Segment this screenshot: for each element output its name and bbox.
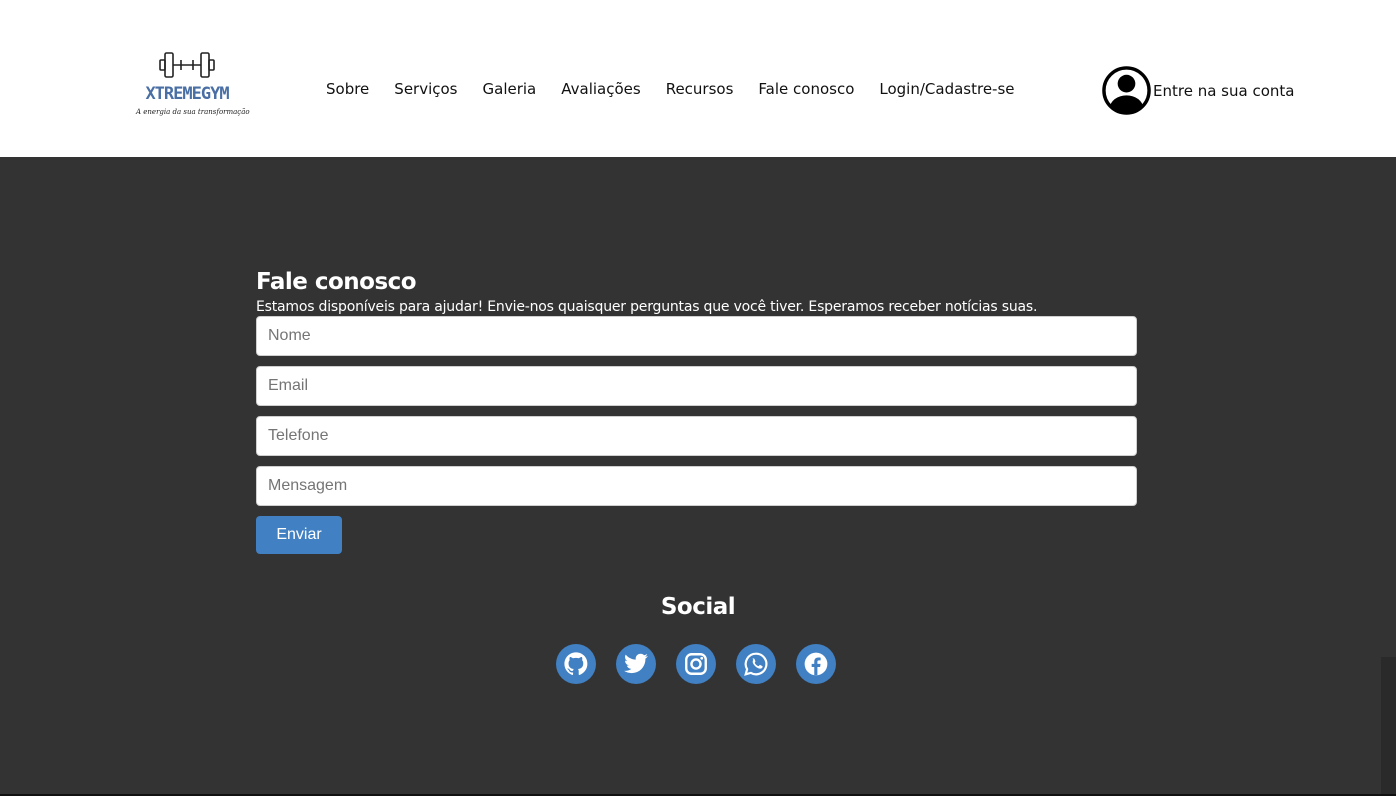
scrollbar-thumb[interactable] <box>1381 657 1396 796</box>
github-link[interactable] <box>556 644 596 684</box>
main-nav: Sobre Serviços Galeria Avaliações Recurs… <box>326 80 1015 98</box>
send-button[interactable]: Enviar <box>256 516 342 554</box>
nav-recursos[interactable]: Recursos <box>666 80 734 98</box>
email-input[interactable] <box>256 366 1137 406</box>
nav-galeria[interactable]: Galeria <box>483 80 537 98</box>
facebook-link[interactable] <box>796 644 836 684</box>
name-input[interactable] <box>256 316 1137 356</box>
dumbbell-icon <box>159 52 215 78</box>
message-input[interactable] <box>256 466 1137 506</box>
github-icon <box>564 652 588 675</box>
nav-fale-conosco[interactable]: Fale conosco <box>758 80 854 98</box>
twitter-link[interactable] <box>616 644 656 684</box>
site-logo[interactable]: XTREMEGYM A energia da sua transformação <box>136 50 250 122</box>
contact-subtitle: Estamos disponíveis para ajudar! Envie-n… <box>256 299 1038 315</box>
nav-servicos[interactable]: Serviços <box>394 80 457 98</box>
instagram-icon <box>685 653 707 675</box>
site-header: XTREMEGYM A energia da sua transformação… <box>0 0 1396 157</box>
logo-brand: XTREMEGYM <box>145 84 229 104</box>
twitter-icon <box>624 653 648 674</box>
account-link[interactable]: Entre na sua conta <box>1101 65 1294 116</box>
nav-sobre[interactable]: Sobre <box>326 80 369 98</box>
instagram-link[interactable] <box>676 644 716 684</box>
contact-title: Fale conosco <box>256 269 417 295</box>
social-links <box>556 644 836 684</box>
user-circle-icon <box>1102 66 1151 115</box>
nav-avaliacoes[interactable]: Avaliações <box>561 80 640 98</box>
whatsapp-icon <box>744 652 768 676</box>
facebook-icon <box>804 652 828 676</box>
whatsapp-link[interactable] <box>736 644 776 684</box>
logo-tagline: A energia da sua transformação <box>136 108 250 116</box>
nav-login-cadastro[interactable]: Login/Cadastre-se <box>879 80 1014 98</box>
social-title: Social <box>660 594 736 620</box>
phone-input[interactable] <box>256 416 1137 456</box>
account-label: Entre na sua conta <box>1153 81 1295 100</box>
contact-section: Fale conosco Estamos disponíveis para aj… <box>256 268 1137 554</box>
